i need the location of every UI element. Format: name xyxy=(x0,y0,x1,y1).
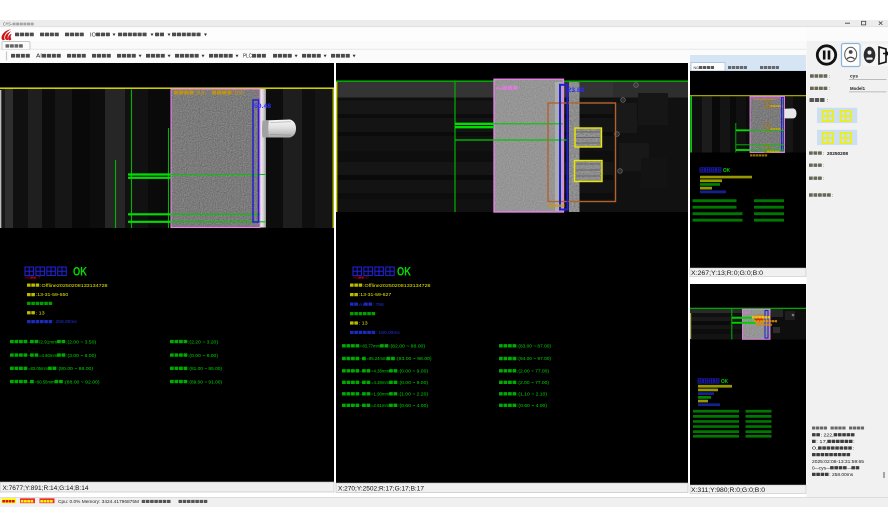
svg-text:: 180.00ms: : 180.00ms xyxy=(376,330,401,335)
svg-text::(2.00 ~ 77.00): :(2.00 ~ 77.00) xyxy=(517,380,549,385)
svg-text::(81.00 ~ 85.00): :(81.00 ~ 85.00) xyxy=(188,366,222,371)
svg-text:: 13: : 13 xyxy=(36,310,46,315)
svg-text:: 17,: : 17, xyxy=(816,439,827,444)
svg-text::(3.00 ~ 6.00): :(3.00 ~ 6.00) xyxy=(66,353,97,358)
svg-text::: : xyxy=(823,176,825,181)
svg-text::T: :T xyxy=(36,276,41,280)
svg-text:0,: 0, xyxy=(812,446,818,451)
svg-text::(1.10 ~ 2.10): :(1.10 ~ 2.10) xyxy=(517,392,548,397)
svg-text:Cpu: 0.0% Memory: 3424.4179687: Cpu: 0.0% Memory: 3424.41796875M xyxy=(58,499,139,505)
svg-text:=4.38mm: =4.38mm xyxy=(371,380,389,385)
svg-text::(2.00 ~ 3.50): :(2.00 ~ 3.50) xyxy=(66,339,97,344)
svg-text:=83.77mm: =83.77mm xyxy=(360,344,380,349)
svg-text:=90.56mm: =90.56mm xyxy=(35,379,55,384)
svg-text::(80.00 ~ 86.00): :(80.00 ~ 86.00) xyxy=(57,366,94,371)
svg-text:: 258.00ms: : 258.00ms xyxy=(53,319,78,324)
svg-text:X:7677;Y:891;R:14;G:14;B:14: X:7677;Y:891;R:14;G:14;B:14 xyxy=(3,485,89,492)
svg-text::(93.00 ~ 98.00): :(93.00 ~ 98.00) xyxy=(396,356,433,361)
svg-text:X:270;Y:2502;R:17;G:17;B:17: X:270;Y:2502;R:17;G:17;B:17 xyxy=(338,486,424,493)
svg-text:Model1: Model1 xyxy=(850,86,865,92)
svg-text::(82.00 ~ 88.00): :(82.00 ~ 88.00) xyxy=(389,344,426,349)
svg-text:/2.91mm: /2.91mm xyxy=(39,339,57,344)
svg-text::(0.00 ~ 9.00): :(0.00 ~ 9.00) xyxy=(398,369,429,374)
svg-text::(88.00 ~ 92.00): :(88.00 ~ 92.00) xyxy=(64,379,101,384)
svg-text:X:267;Y:13;R:0;G:0;B:0: X:267;Y:13;R:0;G:0;B:0 xyxy=(691,270,764,277)
svg-text:OK: OK xyxy=(721,379,728,385)
svg-text:50.48: 50.48 xyxy=(254,103,272,110)
svg-text:Offline20250208133134728: Offline20250208133134728 xyxy=(42,283,109,288)
svg-text::(2.20 ~ 3.20): :(2.20 ~ 3.20) xyxy=(188,339,219,344)
svg-text:NG: NG xyxy=(694,65,700,70)
svg-text::(0.00 ~ 8.00): :(0.00 ~ 8.00) xyxy=(188,353,219,358)
svg-text:PLC: PLC xyxy=(243,54,252,60)
svg-text:: 222,: : 222, xyxy=(821,432,834,437)
svg-text::(83.00 ~ 87.00): :(83.00 ~ 87.00) xyxy=(517,344,551,349)
svg-text::: : xyxy=(832,193,834,198)
svg-text:IO: IO xyxy=(90,32,96,38)
svg-text::(0.60 ~ 4.00): :(0.60 ~ 4.00) xyxy=(517,403,548,408)
svg-text:NG: NG xyxy=(353,276,359,280)
svg-text:=4.60mm: =4.60mm xyxy=(39,353,57,358)
svg-text:=1.90mm: =1.90mm xyxy=(371,392,389,397)
svg-text::(2.00 ~ 77.00): :(2.00 ~ 77.00) xyxy=(517,369,549,374)
svg-text::(89.00 ~ 91.00): :(89.00 ~ 91.00) xyxy=(188,379,222,384)
svg-text:cys: cys xyxy=(850,75,858,80)
svg-text::: : xyxy=(829,74,831,79)
svg-text:OK: OK xyxy=(73,267,88,279)
svg-text:=95.24mm: =95.24mm xyxy=(367,356,387,361)
svg-text:AI: AI xyxy=(359,302,365,307)
svg-text::: : xyxy=(823,163,825,168)
svg-text:=83.05mm: =83.05mm xyxy=(28,366,48,371)
svg-text::93,: :93, xyxy=(194,91,206,97)
svg-text:: 258.00ms: : 258.00ms xyxy=(829,472,854,477)
svg-text::: : xyxy=(853,446,855,451)
svg-text:=2.61mm: =2.61mm xyxy=(371,403,389,408)
svg-text::(94.00 ~ 97.00): :(94.00 ~ 97.00) xyxy=(517,356,551,361)
svg-text:Offline20250208133134728: Offline20250208133134728 xyxy=(365,283,432,288)
svg-text::: : xyxy=(827,98,829,104)
svg-text:20250208: 20250208 xyxy=(827,151,848,157)
svg-text::: : xyxy=(823,151,825,156)
svg-text:AI: AI xyxy=(497,86,503,92)
svg-text:2025:02:08-13:31:59:65: 2025:02:08-13:31:59:65 xyxy=(812,459,865,464)
svg-text::100: :100 xyxy=(232,91,243,97)
svg-text:13-31-59-627: 13-31-59-627 xyxy=(360,292,392,297)
svg-text:NG: NG xyxy=(25,276,31,280)
svg-text:OK: OK xyxy=(723,168,730,174)
svg-text:13-31-59-650: 13-31-59-650 xyxy=(37,292,69,297)
svg-text::(1.00 ~ 2.20): :(1.00 ~ 2.20) xyxy=(398,392,429,397)
svg-text::(0.60 ~ 4.00): :(0.60 ~ 4.00) xyxy=(398,403,429,408)
svg-text::(0.00 ~ 9.00): :(0.00 ~ 9.00) xyxy=(398,380,429,385)
svg-text:—: — xyxy=(826,465,831,470)
svg-text:OK: OK xyxy=(397,267,412,279)
svg-text:=4.38mm: =4.38mm xyxy=(371,369,389,374)
svg-text::: : xyxy=(829,86,831,91)
svg-text::0: :0 xyxy=(364,276,369,280)
svg-text:X:311;Y:980;R:0;G:0;B:0: X:311;Y:980;R:0;G:0;B:0 xyxy=(691,487,766,494)
svg-text:AI: AI xyxy=(36,54,42,60)
svg-text:23.88: 23.88 xyxy=(568,87,586,94)
svg-text::: : xyxy=(853,439,855,444)
svg-text:: 13: : 13 xyxy=(359,321,369,326)
svg-text:—: — xyxy=(847,465,852,470)
svg-text:CYS-: CYS- xyxy=(3,22,13,27)
svg-text:: 766: : 766 xyxy=(373,302,385,307)
